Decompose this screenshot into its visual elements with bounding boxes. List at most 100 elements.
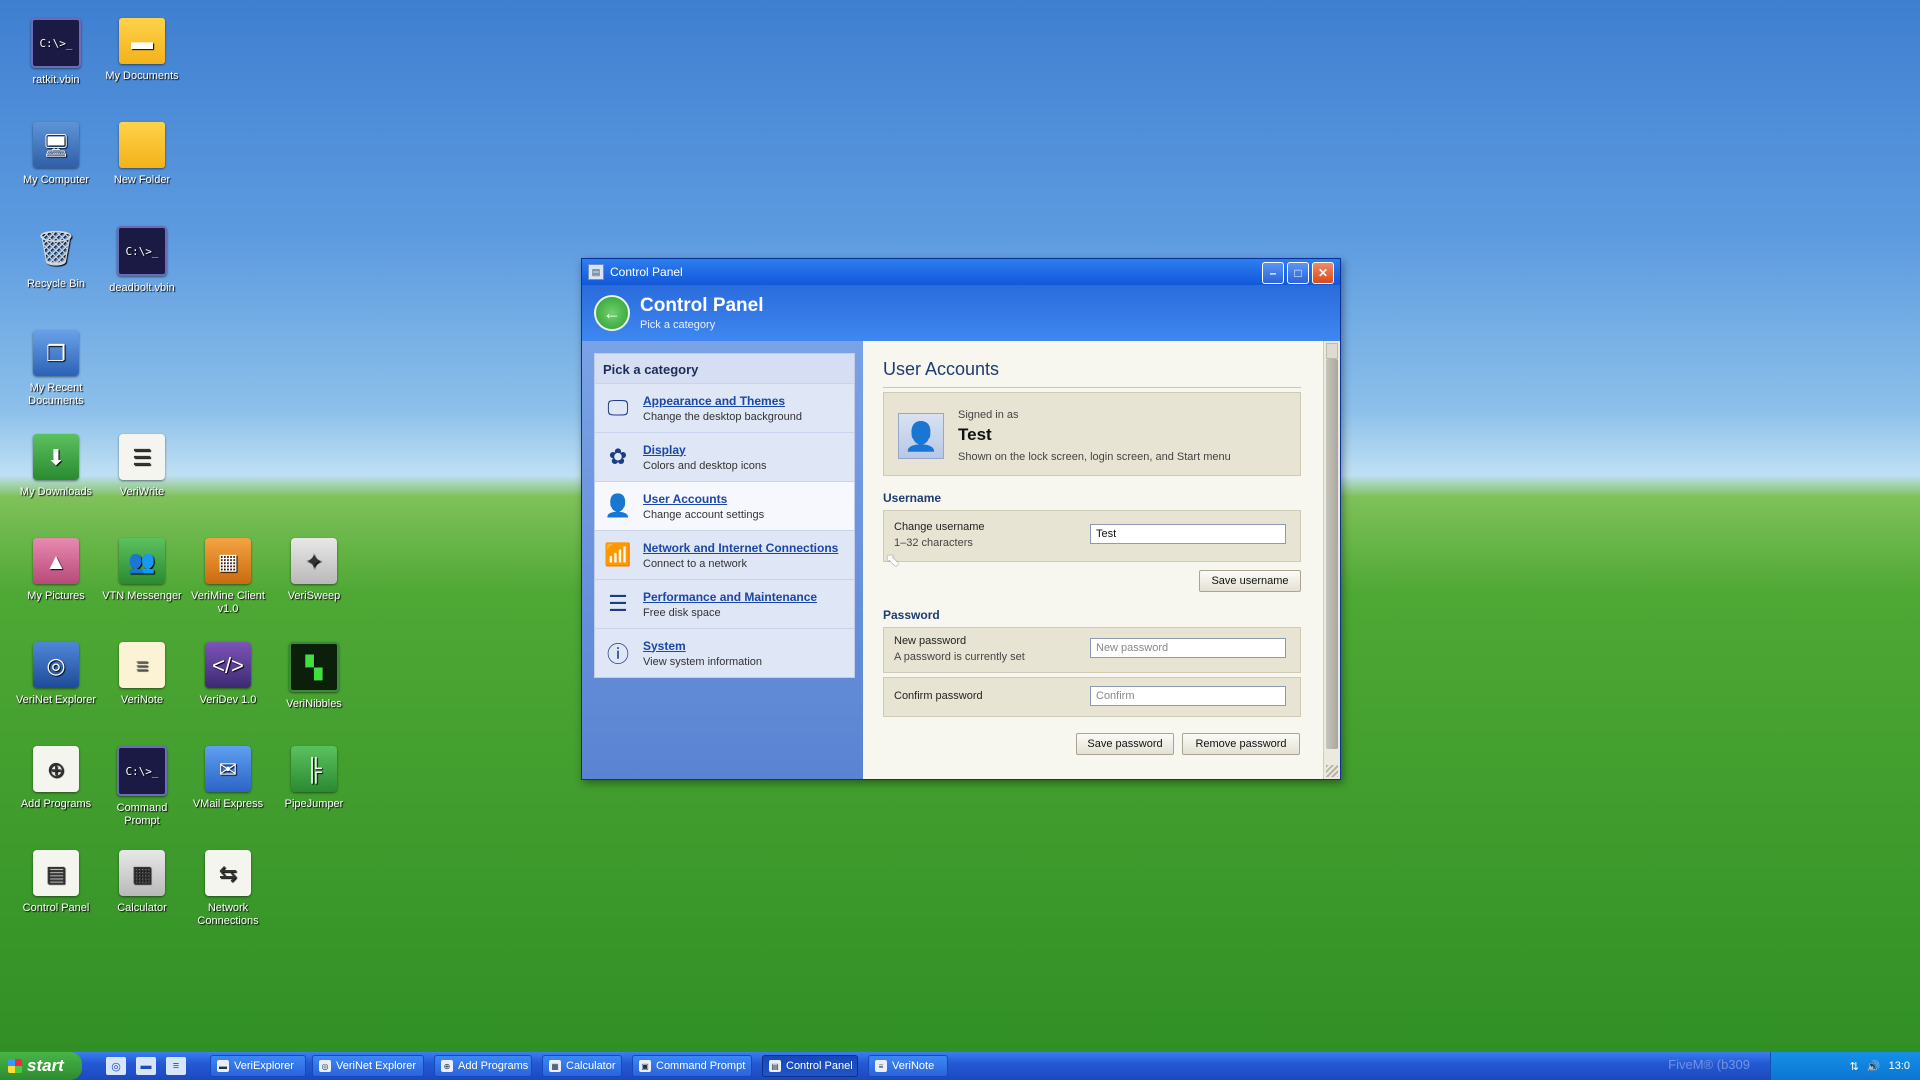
minesweeper-icon: ▦: [205, 538, 251, 584]
resize-grip[interactable]: [1326, 765, 1338, 777]
desktop-icon-my-documents[interactable]: ▬ My Documents: [99, 18, 185, 83]
category-title[interactable]: Appearance and Themes: [643, 394, 802, 408]
mail-icon: ✉: [205, 746, 251, 792]
control-panel-window[interactable]: ▤ Control Panel – □ ✕ ← Control Panel Pi…: [581, 258, 1341, 780]
confirm-password-input[interactable]: [1090, 686, 1286, 706]
desktop-icon-deadbolt-vbin[interactable]: C:\>_ deadbolt.vbin: [99, 226, 185, 295]
category-display[interactable]: ✿ Display Colors and desktop icons: [595, 432, 854, 481]
new-password-row: New password A password is currently set: [883, 627, 1301, 673]
desktop-icon-verinibbles[interactable]: ▚ VeriNibbles: [271, 642, 357, 711]
category-system[interactable]: ⓘ System View system information: [595, 628, 854, 677]
title-bar[interactable]: ▤ Control Panel – □ ✕: [582, 259, 1340, 285]
desktop-icon-new-folder[interactable]: New Folder: [99, 122, 185, 187]
taskbar-item-veriexplorer[interactable]: ▬ VeriExplorer: [210, 1055, 306, 1077]
category-network-and-internet-connections[interactable]: 📶 Network and Internet Connections Connect…: [595, 530, 854, 579]
network-tray-icon[interactable]: ⇅: [1850, 1060, 1859, 1073]
desktop-icon-command-prompt[interactable]: C:\>_ Command Prompt: [99, 746, 185, 828]
desktop-icon-my-pictures[interactable]: ▲ My Pictures: [13, 538, 99, 603]
save-password-button[interactable]: Save password: [1076, 733, 1174, 755]
desktop-icon-verimine-client-v1-0[interactable]: ▦ VeriMine Client v1.0: [185, 538, 271, 616]
category-title[interactable]: User Accounts: [643, 492, 764, 506]
category-description: Colors and desktop icons: [643, 459, 767, 472]
taskbar-item-label: VeriNote: [892, 1060, 935, 1072]
taskbar-item-verinote[interactable]: ≡ VeriNote: [868, 1055, 948, 1077]
taskbar-item-label: Calculator: [566, 1060, 616, 1072]
minimize-button[interactable]: –: [1262, 262, 1284, 284]
start-button[interactable]: start: [0, 1052, 82, 1080]
desktop-icon-calculator[interactable]: ▦ Calculator: [99, 850, 185, 915]
scroll-thumb[interactable]: [1326, 359, 1338, 749]
desktop-icon-network-connections[interactable]: ⇆ Network Connections: [185, 850, 271, 928]
desktop-icon-ratkit-vbin[interactable]: C:\>_ ratkit.vbin: [13, 18, 99, 87]
desktop-icon-control-panel[interactable]: ▤ Control Panel: [13, 850, 99, 915]
storage-icon: ☰: [608, 591, 628, 616]
category-title[interactable]: System: [643, 639, 762, 653]
desktop-icon-label: VeriNibbles: [286, 698, 342, 710]
folder-icon: [119, 122, 165, 168]
vertical-scrollbar[interactable]: [1323, 341, 1340, 779]
desktop-icon-verisweep[interactable]: ✦ VeriSweep: [271, 538, 357, 603]
taskbar-app-icon: ≡: [875, 1060, 887, 1072]
category-title[interactable]: Display: [643, 443, 767, 457]
user-accounts-pane: User Accounts 👤 Signed in as Test Shown …: [863, 341, 1340, 779]
desktop-icon-verinet-explorer[interactable]: ◎ VeriNet Explorer: [13, 642, 99, 707]
taskbar-item-calculator[interactable]: ▦ Calculator: [542, 1055, 622, 1077]
window-title: Control Panel: [610, 265, 683, 279]
messenger-icon: 👥: [119, 538, 165, 584]
new-password-hint: A password is currently set: [894, 651, 1025, 663]
category-title[interactable]: Performance and Maintenance: [643, 590, 817, 604]
desktop-icon-vmail-express[interactable]: ✉ VMail Express: [185, 746, 271, 811]
mouse-cursor-icon: ⬉: [885, 550, 901, 570]
taskbar-item-label: Control Panel: [786, 1060, 853, 1072]
category-description: Change the desktop background: [643, 410, 803, 423]
desktop-icon-my-downloads[interactable]: ⬇ My Downloads: [13, 434, 99, 499]
network-icon: ⇆: [205, 850, 251, 896]
note-icon: ≡: [119, 642, 165, 688]
desktop-icon-recycle-bin[interactable]: 🗑 Recycle Bin: [13, 226, 99, 291]
desktop-icon-pipejumper[interactable]: ╠ PipeJumper: [271, 746, 357, 811]
desktop-icon-label: VeriMine Client v1.0: [191, 590, 265, 615]
desktop-icon-label: Command Prompt: [116, 802, 168, 827]
taskbar-item-label: Command Prompt: [656, 1060, 746, 1072]
maximize-button[interactable]: □: [1287, 262, 1309, 284]
desktop-icon-verinote[interactable]: ≡ VeriNote: [99, 642, 185, 707]
back-button[interactable]: ←: [594, 295, 630, 331]
volume-tray-icon[interactable]: 🔊: [1867, 1060, 1881, 1073]
quick-launch-folder-icon[interactable]: ▬: [136, 1057, 156, 1075]
taskbar-item-command-prompt[interactable]: ▣ Command Prompt: [632, 1055, 752, 1077]
desktop-icon-my-recent-documents[interactable]: ❐ My Recent Documents: [13, 330, 99, 408]
category-title[interactable]: Network and Internet Connections: [643, 541, 838, 555]
terminal-icon: C:\>_: [117, 746, 167, 796]
taskbar-item-add-programs[interactable]: ⊕ Add Programs: [434, 1055, 532, 1077]
scroll-up-button[interactable]: [1326, 343, 1338, 359]
taskbar-item-control-panel[interactable]: ▤ Control Panel: [762, 1055, 858, 1077]
add-programs-icon: ⊕: [33, 746, 79, 792]
category-appearance-and-themes[interactable]: 🖵 Appearance and Themes Change the desktop…: [595, 383, 854, 432]
desktop-icon-veriwrite[interactable]: ☰ VeriWrite: [99, 434, 185, 499]
category-user-accounts[interactable]: 👤 User Accounts Change account settings: [595, 481, 854, 530]
quick-launch-browser-icon[interactable]: ◎: [106, 1057, 126, 1075]
info-icon: ⓘ: [606, 642, 629, 667]
desktop-icon-veridev-1-0[interactable]: </> VeriDev 1.0: [185, 642, 271, 707]
taskbar-item-verinet-explorer[interactable]: ◎ VeriNet Explorer: [312, 1055, 424, 1077]
desktop-icon-label: VMail Express: [192, 798, 264, 810]
desktop-icon-add-programs[interactable]: ⊕ Add Programs: [13, 746, 99, 811]
close-button[interactable]: ✕: [1312, 262, 1334, 284]
downloads-icon: ⬇: [33, 434, 79, 480]
new-password-label: New password: [894, 635, 967, 647]
new-password-input[interactable]: [1090, 638, 1286, 658]
category-performance-and-maintenance[interactable]: ☰ Performance and Maintenance Free disk sp…: [595, 579, 854, 628]
taskbar-app-icon: ◎: [319, 1060, 331, 1072]
category-description: Connect to a network: [643, 557, 747, 570]
quick-launch-note-icon[interactable]: ≡: [166, 1057, 186, 1075]
username-input[interactable]: [1090, 524, 1286, 544]
desktop-icon-vtn-messenger[interactable]: 👥 VTN Messenger: [99, 538, 185, 603]
desktop-icon-label: PipeJumper: [284, 798, 344, 810]
save-username-button[interactable]: Save username: [1199, 570, 1301, 592]
control-panel-icon: ▤: [588, 264, 604, 280]
desktop-icon-my-computer[interactable]: 🖥 My Computer: [13, 122, 99, 187]
windows-flag-icon: [8, 1059, 22, 1073]
desktop-icon-label: My Pictures: [27, 590, 85, 602]
remove-password-button[interactable]: Remove password: [1182, 733, 1300, 755]
taskbar-app-icon: ▣: [639, 1060, 651, 1072]
